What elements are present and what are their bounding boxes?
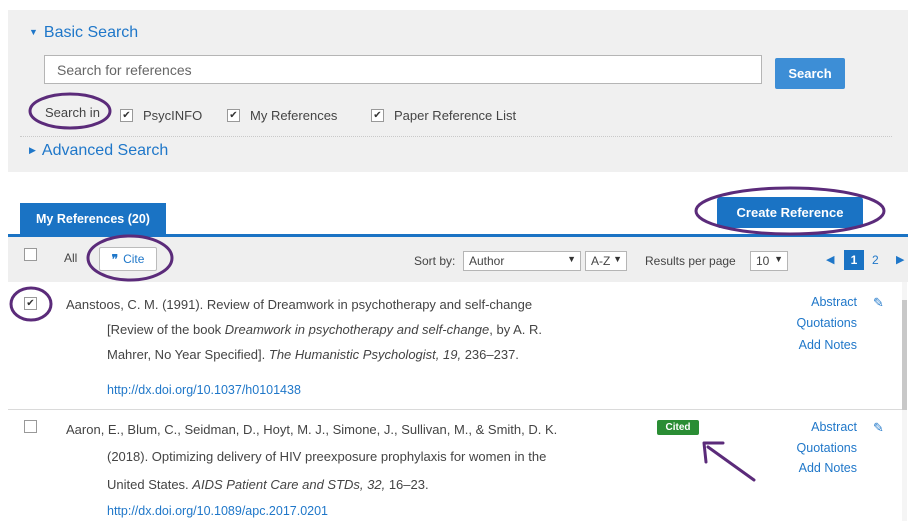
reference-citation-line: Mahrer, No Year Specified]. The Humanist… [107, 342, 519, 367]
reference-citation-line: (2018). Optimizing delivery of HIV preex… [107, 449, 547, 464]
dropdown-arrow-icon: ▼ [613, 254, 622, 264]
tab-my-references[interactable]: My References (20) [20, 203, 166, 234]
results-per-page-select[interactable]: 10 ▼ [750, 251, 788, 271]
doi-link[interactable]: http://dx.doi.org/10.1089/apc.2017.0201 [107, 504, 328, 518]
reference-citation-line: [Review of the book Dreamwork in psychot… [107, 317, 542, 342]
citation-text: Mahrer, No Year Specified]. [107, 347, 269, 362]
edit-pencil-icon[interactable]: ✎ [873, 295, 884, 311]
dropdown-arrow-icon: ▼ [774, 254, 783, 264]
results-per-page-label: Results per page [645, 254, 736, 268]
checkbox-checked-icon[interactable]: ✔ [120, 109, 133, 122]
source-paper-reference-list-checkbox[interactable]: ✔ Paper Reference List [371, 108, 516, 123]
doi-link[interactable]: http://dx.doi.org/10.1037/h0101438 [107, 383, 301, 397]
citation-text: United States. [107, 477, 193, 492]
sort-by-label: Sort by: [414, 254, 456, 268]
source-psycinfo-checkbox[interactable]: ✔ PsycINFO [120, 108, 202, 123]
reference-checkbox-checked[interactable]: ✔ [24, 297, 37, 310]
source-my-references-checkbox[interactable]: ✔ My References [227, 108, 337, 123]
scrollbar-thumb[interactable] [902, 300, 907, 410]
divider [20, 136, 892, 137]
select-all-checkbox[interactable] [24, 248, 37, 261]
sort-order-select[interactable]: A-Z ▼ [585, 251, 627, 271]
cited-badge: Cited [657, 420, 699, 435]
source-label: PsycINFO [143, 108, 203, 123]
results-per-page-value: 10 [756, 254, 770, 268]
basic-search-toggle[interactable]: ▼ Basic Search [29, 24, 138, 42]
search-button[interactable]: Search [775, 58, 845, 89]
checkbox-checked-icon[interactable]: ✔ [227, 109, 240, 122]
search-in-label: Search in [45, 105, 100, 120]
caret-down-icon: ▼ [29, 27, 38, 37]
row-divider [8, 409, 904, 410]
page-current[interactable]: 1 [844, 250, 864, 270]
citation-journal: AIDS Patient Care and STDs, 32, [192, 477, 386, 492]
reference-citation-line: United States. AIDS Patient Care and STD… [107, 472, 429, 497]
sort-order-value: A-Z [591, 254, 611, 268]
checkbox-checked-icon[interactable]: ✔ [371, 109, 384, 122]
cite-button[interactable]: ❞ Cite [99, 247, 157, 271]
source-label: Paper Reference List [394, 108, 517, 123]
page-link[interactable]: 2 [872, 253, 879, 267]
citation-journal: The Humanistic Psychologist, 19, [268, 347, 462, 362]
annotation-arrow-head [702, 441, 725, 464]
quotations-link[interactable]: Quotations [777, 441, 857, 455]
annotation-arrow-line [706, 445, 756, 482]
select-all-label: All [64, 251, 78, 265]
next-page-icon[interactable]: ▶ [896, 253, 904, 266]
quote-icon: ❞ [111, 252, 119, 266]
edit-pencil-icon[interactable]: ✎ [873, 420, 884, 436]
search-panel: ▼ Basic Search Search Search in ✔ PsycINFO… [8, 10, 908, 172]
citation-book-title: Dreamwork in psychotherapy and self-chan… [224, 322, 490, 337]
abstract-link[interactable]: Abstract [777, 295, 857, 309]
cite-label: Cite [123, 252, 145, 266]
prev-page-icon[interactable]: ◀ [826, 253, 834, 266]
basic-search-label: Basic Search [43, 24, 139, 41]
add-notes-link[interactable]: Add Notes [777, 338, 857, 352]
source-label: My References [250, 108, 338, 123]
caret-right-icon: ▶ [29, 145, 36, 155]
sort-field-value: Author [469, 254, 505, 268]
citation-text: [Review of the book [107, 322, 225, 337]
advanced-search-label: Advanced Search [41, 142, 169, 159]
abstract-link[interactable]: Abstract [777, 420, 857, 434]
quotations-link[interactable]: Quotations [777, 316, 857, 330]
create-reference-button[interactable]: Create Reference [717, 197, 863, 228]
citation-text: 236–237. [461, 347, 519, 362]
dropdown-arrow-icon: ▼ [567, 254, 576, 264]
reference-citation-line: Aanstoos, C. M. (1991). Review of Dreamw… [66, 297, 533, 312]
search-input[interactable] [44, 55, 762, 84]
advanced-search-toggle[interactable]: ▶ Advanced Search [29, 142, 168, 160]
citation-text: 16–23. [385, 477, 429, 492]
reference-checkbox[interactable] [24, 420, 37, 433]
add-notes-link[interactable]: Add Notes [777, 461, 857, 475]
reference-citation-line: Aaron, E., Blum, C., Seidman, D., Hoyt, … [66, 422, 558, 437]
citation-text: , by A. R. [489, 322, 543, 337]
sort-field-select[interactable]: Author ▼ [463, 251, 581, 271]
